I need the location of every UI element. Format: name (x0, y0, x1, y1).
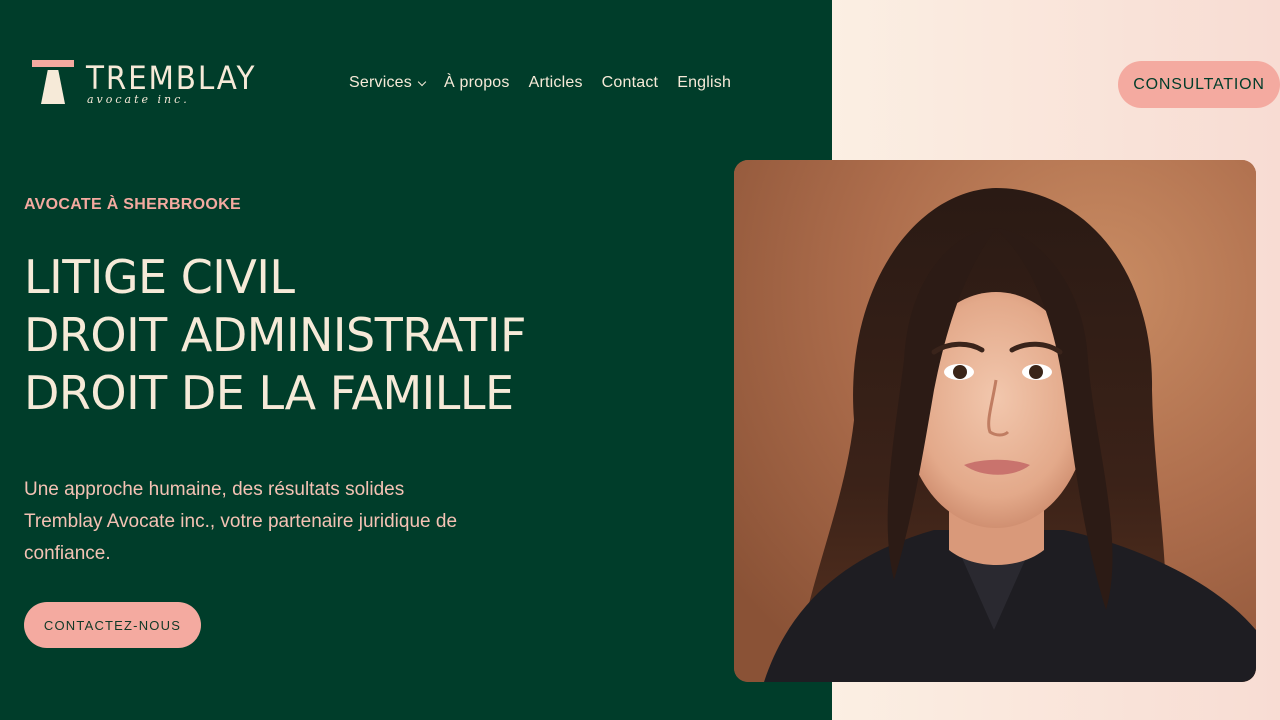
brand-name: TREMBLAY (86, 59, 257, 97)
intro-line: Tremblay Avocate inc., votre partenaire … (24, 511, 458, 564)
hero-headline: LITIGE CIVIL DROIT ADMINISTRATIF DROIT D… (24, 248, 526, 422)
headline-line: DROIT DE LA FAMILLE (24, 366, 514, 420)
brand-logo[interactable]: TREMBLAY avocate inc. (32, 60, 272, 108)
logo-mark-icon (32, 60, 76, 106)
nav-item-services[interactable]: Services (349, 74, 427, 92)
nav-item-language[interactable]: English (677, 74, 731, 92)
nav-item-articles[interactable]: Articles (529, 74, 583, 92)
consultation-button[interactable]: CONSULTATION (1118, 61, 1280, 108)
brand-subtitle: avocate inc. (87, 93, 190, 106)
headline-line: DROIT ADMINISTRATIF (24, 308, 526, 362)
nav-item-contact[interactable]: Contact (602, 74, 659, 92)
lawyer-portrait-photo (734, 160, 1256, 682)
headline-line: LITIGE CIVIL (24, 250, 295, 304)
hero-intro: Une approche humaine, des résultats soli… (24, 474, 494, 570)
chevron-down-icon (417, 77, 427, 86)
nav-item-label: Services (349, 74, 412, 91)
nav-item-about[interactable]: À propos (444, 74, 510, 92)
main-nav: Services À propos Articles Contact Engli… (349, 74, 750, 92)
hero-eyebrow: AVOCATE À SHERBROOKE (24, 196, 241, 213)
contact-us-button[interactable]: CONTACTEZ-NOUS (24, 602, 201, 648)
intro-line: Une approche humaine, des résultats soli… (24, 479, 405, 500)
